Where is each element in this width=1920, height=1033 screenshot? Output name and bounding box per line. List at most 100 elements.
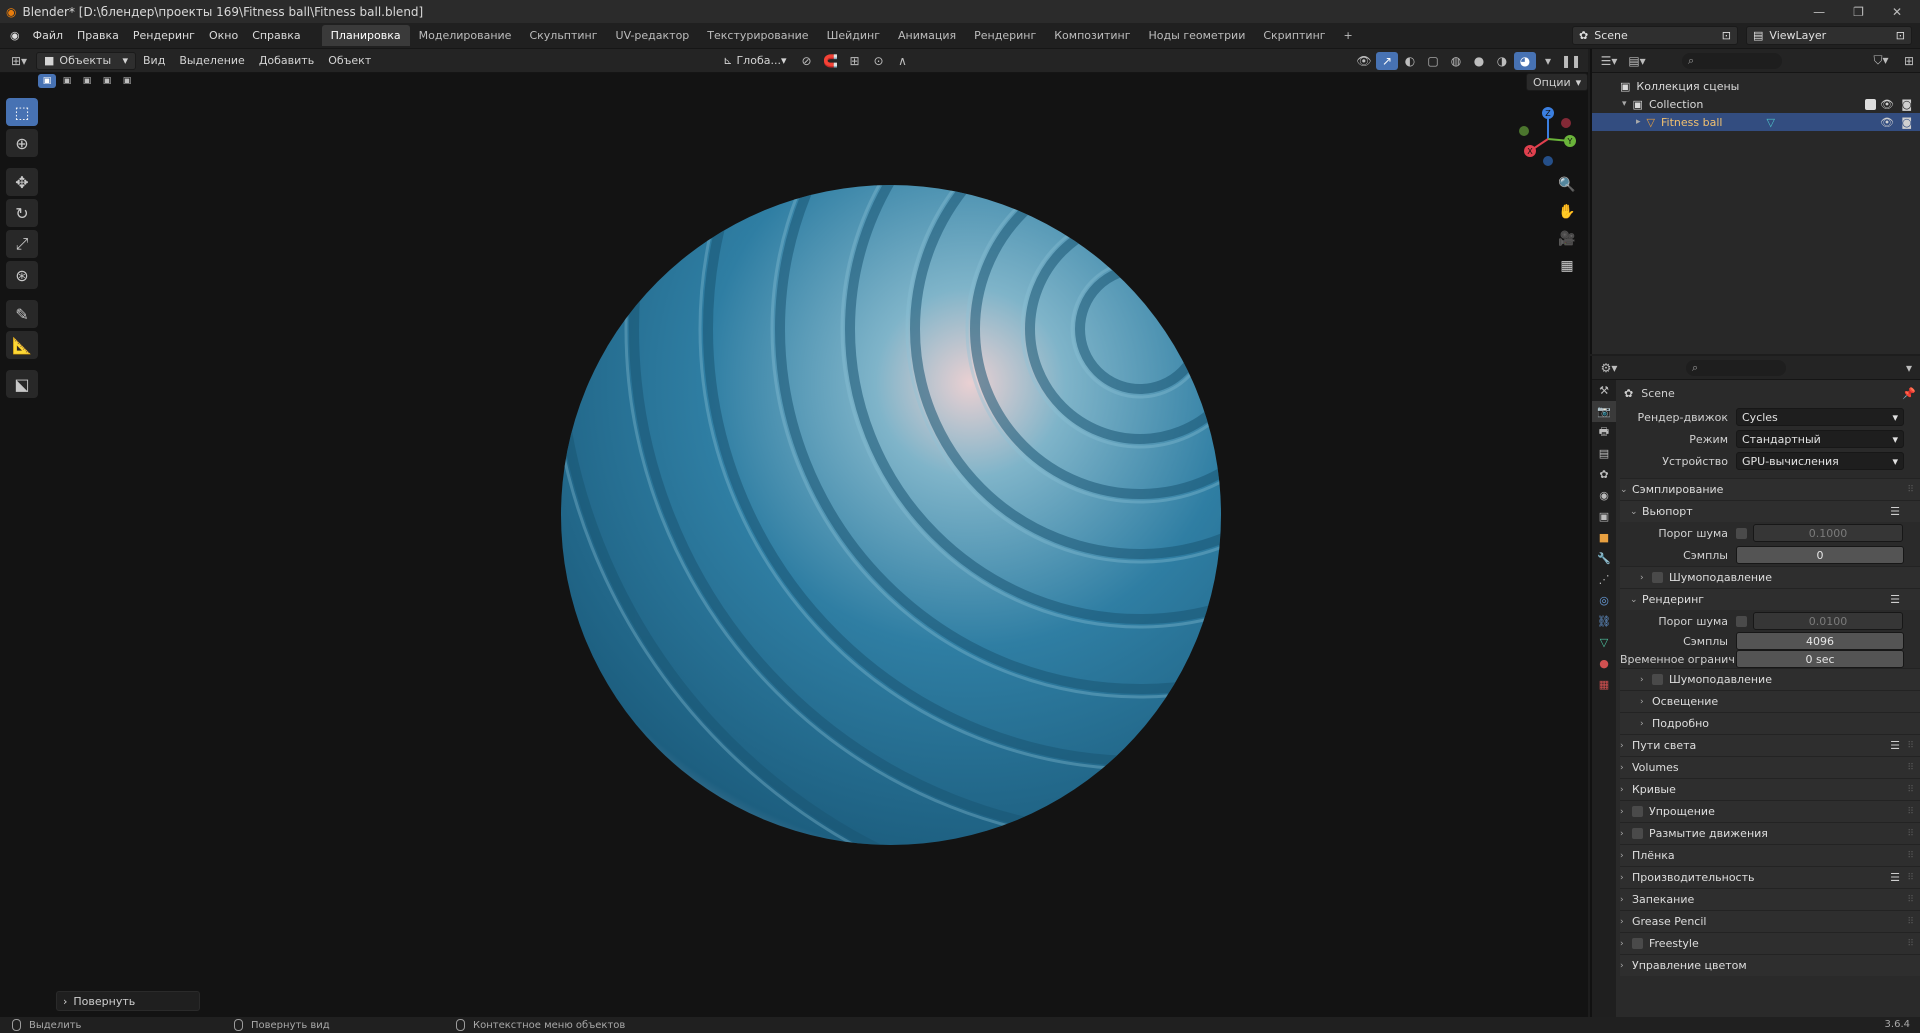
pan-hand-icon[interactable]: ✋: [1556, 201, 1578, 223]
maximize-button[interactable]: ❐: [1853, 5, 1864, 19]
exclude-checkbox[interactable]: [1865, 98, 1876, 110]
camera-icon[interactable]: ◙: [1901, 98, 1912, 111]
menu-add[interactable]: Добавить: [252, 52, 321, 70]
select-invert-icon[interactable]: ▣: [98, 74, 116, 88]
outliner-row-collection[interactable]: ▾ ▣ Collection 👁 ◙: [1592, 95, 1920, 113]
options-dropdown[interactable]: Опции ▾: [1526, 73, 1589, 91]
material-shading-icon[interactable]: ◑: [1491, 52, 1513, 70]
section-performance[interactable]: › Производительность ☰ ⠿: [1620, 866, 1920, 888]
tool-tab-icon[interactable]: ⚒: [1592, 380, 1616, 401]
texture-tab-icon[interactable]: ▦: [1592, 674, 1616, 695]
scene-tab-icon[interactable]: ✿: [1592, 464, 1616, 485]
view-layer-tab-icon[interactable]: ▤: [1592, 443, 1616, 464]
select-extend-icon[interactable]: ▣: [58, 74, 76, 88]
viewport-samples-field[interactable]: 0: [1736, 546, 1904, 564]
tab-uv-editing[interactable]: UV-редактор: [607, 25, 699, 46]
noise-threshold-checkbox[interactable]: [1736, 527, 1747, 539]
filter-icon[interactable]: ⛉▾: [1870, 52, 1892, 70]
pivot-icon[interactable]: ⊘: [795, 52, 817, 70]
drag-handle-icon[interactable]: ⠿: [1907, 785, 1914, 795]
select-new-icon[interactable]: ▣: [38, 74, 56, 88]
presets-list-icon[interactable]: ☰: [1890, 593, 1900, 606]
feature-set-select[interactable]: Стандартный ▾: [1736, 430, 1904, 448]
new-layer-icon[interactable]: ⊡: [1896, 29, 1905, 42]
simplify-checkbox[interactable]: [1632, 806, 1643, 817]
drag-handle-icon[interactable]: ⠿: [1907, 807, 1914, 817]
eye-icon[interactable]: 👁: [1880, 116, 1894, 129]
section-curves[interactable]: › Кривые ⠿: [1620, 778, 1920, 800]
menu-help[interactable]: Справка: [245, 29, 307, 42]
select-box-tool-icon[interactable]: ⬚: [6, 98, 38, 126]
tab-sculpting[interactable]: Скульптинг: [520, 25, 606, 46]
transform-orientation[interactable]: ⊾ Глоба... ▾: [716, 52, 793, 70]
mesh-data-icon[interactable]: ▽: [1766, 116, 1774, 129]
noise-threshold-field[interactable]: 0.0100: [1753, 612, 1903, 630]
menu-edit[interactable]: Правка: [70, 29, 126, 42]
pin-icon[interactable]: ⊡: [1722, 29, 1731, 42]
modifier-tab-icon[interactable]: 🔧: [1592, 548, 1616, 569]
scene-selector[interactable]: ✿ Scene ⊡: [1572, 26, 1738, 45]
drag-handle-icon[interactable]: ⠿: [1907, 939, 1914, 949]
time-limit-field[interactable]: 0 sec: [1736, 650, 1904, 668]
drag-handle-icon[interactable]: ⠿: [1907, 851, 1914, 861]
editor-type-icon[interactable]: ⚙▾: [1598, 359, 1620, 377]
drag-handle-icon[interactable]: ⠿: [1907, 763, 1914, 773]
editor-type-icon[interactable]: ⊞▾: [8, 52, 30, 70]
navigation-gizmo[interactable]: Z Y X: [1508, 103, 1582, 173]
drag-handle-icon[interactable]: ⠿: [1907, 485, 1914, 495]
tab-geometry-nodes[interactable]: Ноды геометрии: [1140, 25, 1255, 46]
scale-tool-icon[interactable]: ⤢: [6, 230, 38, 258]
wireframe-shading-icon[interactable]: ◍: [1445, 52, 1467, 70]
section-simplify[interactable]: › Упрощение ⠿: [1620, 800, 1920, 822]
presets-list-icon[interactable]: ☰: [1890, 739, 1900, 752]
subsection-viewport-denoise[interactable]: › Шумоподавление: [1620, 566, 1920, 588]
render-engine-select[interactable]: Cycles ▾: [1736, 408, 1904, 426]
presets-list-icon[interactable]: ☰: [1890, 871, 1900, 884]
mode-selector[interactable]: ■ Объекты ▾: [36, 51, 136, 70]
material-tab-icon[interactable]: ●: [1592, 653, 1616, 674]
chevron-down-icon[interactable]: ▾: [1622, 99, 1627, 109]
drag-handle-icon[interactable]: ⠿: [1907, 873, 1914, 883]
editor-type-icon[interactable]: ☰▾: [1598, 52, 1620, 70]
world-tab-icon[interactable]: ◉: [1592, 485, 1616, 506]
proportional-edit-icon[interactable]: ⊙: [867, 52, 889, 70]
menu-file[interactable]: Файл: [26, 29, 70, 42]
output-tab-icon[interactable]: 🖶: [1592, 422, 1616, 443]
section-sampling[interactable]: ⌄ Сэмплирование ⠿: [1620, 478, 1920, 500]
outliner-row-scene-collection[interactable]: ▣ Коллекция сцены: [1592, 77, 1920, 95]
subsection-render-denoise[interactable]: › Шумоподавление: [1620, 668, 1920, 690]
add-workspace-button[interactable]: +: [1335, 25, 1362, 46]
device-select[interactable]: GPU-вычисления ▾: [1736, 452, 1904, 470]
tab-compositing[interactable]: Композитинг: [1045, 25, 1139, 46]
measure-tool-icon[interactable]: 📐: [6, 331, 38, 359]
camera-icon[interactable]: ◙: [1901, 116, 1912, 129]
grid-perspective-icon[interactable]: ▦: [1556, 255, 1578, 277]
tab-shading[interactable]: Шейдинг: [818, 25, 889, 46]
object-tab-icon[interactable]: ■: [1592, 527, 1616, 548]
shading-options-icon[interactable]: ▾: [1537, 52, 1559, 70]
properties-search-input[interactable]: ⌕: [1686, 359, 1786, 376]
render-samples-field[interactable]: 4096: [1736, 632, 1904, 650]
section-film[interactable]: › Плёнка ⠿: [1620, 844, 1920, 866]
tab-texture-paint[interactable]: Текстурирование: [698, 25, 817, 46]
tab-scripting[interactable]: Скриптинг: [1254, 25, 1334, 46]
select-intersect-icon[interactable]: ▣: [118, 74, 136, 88]
menu-render[interactable]: Рендеринг: [126, 29, 202, 42]
noise-threshold-checkbox[interactable]: [1736, 615, 1747, 627]
drag-handle-icon[interactable]: ⠿: [1907, 895, 1914, 905]
visibility-icon[interactable]: 👁: [1353, 52, 1375, 70]
collection-tab-icon[interactable]: ▣: [1592, 506, 1616, 527]
select-subtract-icon[interactable]: ▣: [78, 74, 96, 88]
falloff-icon[interactable]: ∧: [891, 52, 913, 70]
move-tool-icon[interactable]: ✥: [6, 168, 38, 196]
particles-tab-icon[interactable]: ⋰: [1592, 569, 1616, 590]
section-volumes[interactable]: › Volumes ⠿: [1620, 756, 1920, 778]
camera-view-icon[interactable]: 🎥: [1556, 228, 1578, 250]
menu-object[interactable]: Объект: [321, 52, 378, 70]
freestyle-checkbox[interactable]: [1632, 938, 1643, 949]
chevron-down-icon[interactable]: ▾: [1898, 359, 1920, 377]
eye-icon[interactable]: 👁: [1880, 98, 1894, 111]
rotate-tool-icon[interactable]: ↻: [6, 199, 38, 227]
overlay-icon[interactable]: ◐: [1399, 52, 1421, 70]
section-color-management[interactable]: › Управление цветом: [1620, 954, 1920, 976]
